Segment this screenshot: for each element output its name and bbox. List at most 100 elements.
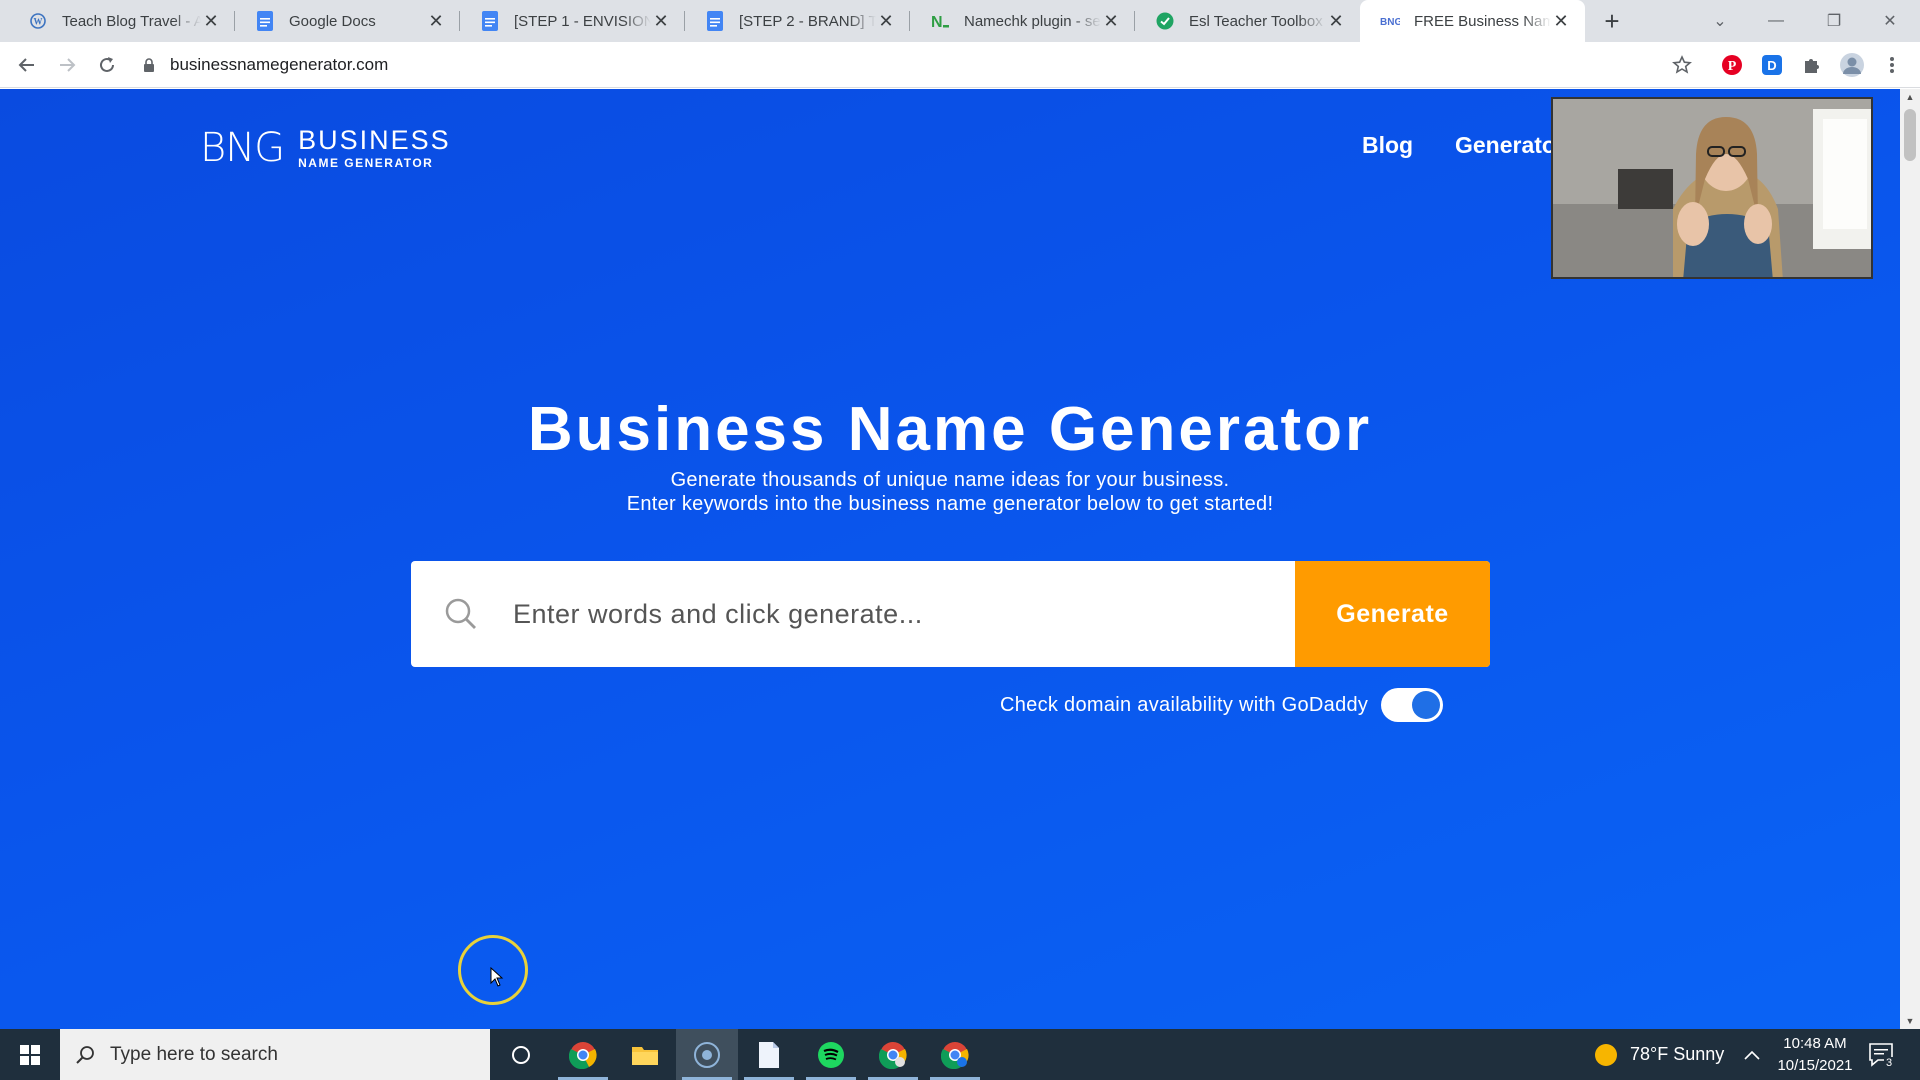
weather-widget[interactable]: 78°F Sunny: [1594, 1029, 1724, 1080]
site-logo[interactable]: BNG BUSINESS NAME GENERATOR: [200, 125, 451, 171]
tab-google-docs[interactable]: Google Docs ✕: [235, 0, 460, 42]
webcam-person-image: [1553, 99, 1871, 277]
search-form: Generate: [411, 561, 1490, 667]
taskbar-document[interactable]: [738, 1029, 800, 1080]
tab-close-icon[interactable]: ✕: [1101, 11, 1121, 31]
tab-close-icon[interactable]: ✕: [426, 11, 446, 31]
back-button[interactable]: [12, 50, 42, 80]
tab-namechk[interactable]: N Namechk plugin - sea ✕: [910, 0, 1135, 42]
svg-text:BNG: BNG: [1380, 17, 1400, 27]
chrome-icon: [879, 1041, 907, 1069]
extension-d-icon[interactable]: D: [1757, 50, 1787, 80]
chrome-menu-icon[interactable]: [1877, 50, 1907, 80]
shield-check-icon: [1155, 11, 1175, 31]
svg-text:W: W: [34, 17, 43, 27]
tab-title: FREE Business Name G: [1414, 12, 1551, 30]
tab-title: Google Docs: [289, 12, 376, 30]
wordpress-icon: W: [28, 11, 48, 31]
windows-taskbar: Type here to search 78°F Sunny 10:48 AM: [0, 1029, 1920, 1080]
taskbar-chrome-profile-3[interactable]: [924, 1029, 986, 1080]
sun-icon: [1595, 1043, 1617, 1066]
google-docs-icon: [480, 11, 500, 31]
folder-icon: [632, 1046, 658, 1065]
weather-text: 78°F Sunny: [1630, 1044, 1725, 1064]
clock-date: 10/15/2021: [1777, 1057, 1853, 1074]
taskbar-screen-recorder[interactable]: [676, 1029, 738, 1080]
taskbar-search-placeholder: Type here to search: [110, 1043, 278, 1065]
extensions-puzzle-icon[interactable]: [1797, 50, 1827, 80]
taskbar-search-box[interactable]: Type here to search: [60, 1029, 490, 1080]
windows-start-button[interactable]: [0, 1029, 60, 1080]
taskbar-chrome-profile-2[interactable]: [862, 1029, 924, 1080]
subtitle-line-1: Generate thousands of unique name ideas …: [670, 469, 1230, 491]
profile-avatar-icon[interactable]: [1837, 50, 1867, 80]
windows-logo-icon: [20, 1044, 40, 1065]
tab-title: Esl Teacher Toolbox W: [1189, 12, 1326, 30]
tab-esl-toolbox[interactable]: Esl Teacher Toolbox W ✕: [1135, 0, 1360, 42]
svg-text:N: N: [931, 14, 943, 30]
tab-step2-brand[interactable]: [STEP 2 - BRAND] TpT ✕: [685, 0, 910, 42]
tab-step1-envision[interactable]: [STEP 1 - ENVISION] T ✕: [460, 0, 685, 42]
tray-overflow-chevron-icon[interactable]: [1744, 1029, 1760, 1080]
browser-toolbar: businessnamegenerator.com P D: [0, 42, 1920, 88]
google-docs-icon: [705, 11, 725, 31]
nav-blog-link[interactable]: Blog: [1362, 132, 1413, 159]
tab-business-name-generator[interactable]: BNG FREE Business Name G ✕: [1360, 0, 1585, 42]
clock-time: 10:48 AM: [1783, 1035, 1847, 1052]
notification-count: 3: [1884, 1057, 1895, 1069]
spotify-icon: [818, 1041, 844, 1068]
namechk-icon: N: [930, 11, 950, 31]
webcam-overlay: [1551, 97, 1873, 279]
tab-close-icon[interactable]: ✕: [201, 11, 221, 31]
tab-close-icon[interactable]: ✕: [651, 11, 671, 31]
chrome-icon: [569, 1041, 597, 1069]
reload-button[interactable]: [92, 50, 122, 80]
tab-title: [STEP 1 - ENVISION] T: [514, 12, 651, 30]
tab-strip: W Teach Blog Travel - Ac ✕ Google Docs ✕…: [0, 0, 1920, 42]
tab-title: [STEP 2 - BRAND] TpT: [739, 12, 876, 30]
search-icon: [411, 561, 511, 667]
bng-icon: BNG: [1380, 11, 1400, 31]
address-bar[interactable]: businessnamegenerator.com: [140, 47, 1680, 83]
tab-title: Namechk plugin - sea: [964, 12, 1101, 30]
task-view-button[interactable]: [490, 1029, 552, 1080]
minimize-button[interactable]: —: [1748, 0, 1804, 42]
godaddy-toggle[interactable]: [1381, 688, 1444, 722]
recorder-icon: [694, 1041, 720, 1068]
tab-search-chevron-icon[interactable]: ⌄: [1692, 0, 1748, 42]
bookmark-star-icon[interactable]: [1667, 50, 1697, 80]
cortana-circle-icon: [512, 1045, 530, 1064]
pinterest-icon[interactable]: P: [1717, 50, 1747, 80]
tab-teach-blog[interactable]: W Teach Blog Travel - Ac ✕: [8, 0, 235, 42]
keyword-input[interactable]: [511, 561, 1295, 667]
new-tab-button[interactable]: +: [1597, 6, 1627, 36]
taskbar-clock[interactable]: 10:48 AM 10/15/2021: [1760, 1033, 1870, 1077]
url-text: businessnamegenerator.com: [170, 55, 389, 74]
mouse-pointer-icon: [490, 967, 504, 987]
page-title: Business Name Generator: [527, 395, 1373, 464]
notification-center-button[interactable]: 3: [1868, 1029, 1896, 1080]
subtitle-line-2: Enter keywords into the business name ge…: [626, 493, 1274, 515]
google-docs-icon: [255, 11, 275, 31]
taskbar-spotify[interactable]: [800, 1029, 862, 1080]
svg-text:D: D: [1767, 58, 1776, 73]
forward-button[interactable]: [52, 50, 82, 80]
tab-close-icon[interactable]: ✕: [876, 11, 896, 31]
taskbar-chrome[interactable]: [552, 1029, 614, 1080]
logo-word-name-generator: NAME GENERATOR: [298, 156, 434, 170]
taskbar-file-explorer[interactable]: [614, 1029, 676, 1080]
chrome-icon: [941, 1041, 969, 1069]
tab-title: Teach Blog Travel - Ac: [62, 12, 201, 30]
logo-word-business: BUSINESS: [298, 125, 451, 155]
tab-close-icon[interactable]: ✕: [1326, 11, 1346, 31]
svg-text:P: P: [1728, 59, 1737, 74]
restore-button[interactable]: ❐: [1806, 0, 1862, 42]
domain-check-row: Check domain availability with GoDaddy: [1000, 687, 1444, 723]
lock-icon[interactable]: [140, 58, 158, 72]
page-scrollbar[interactable]: ▲ ▼: [1900, 89, 1920, 1029]
nav-generators-link[interactable]: Generato: [1455, 132, 1556, 159]
scrollbar-thumb[interactable]: [1904, 109, 1916, 161]
generate-button[interactable]: Generate: [1295, 561, 1490, 667]
close-window-button[interactable]: ✕: [1862, 0, 1918, 42]
tab-close-icon[interactable]: ✕: [1551, 11, 1571, 31]
